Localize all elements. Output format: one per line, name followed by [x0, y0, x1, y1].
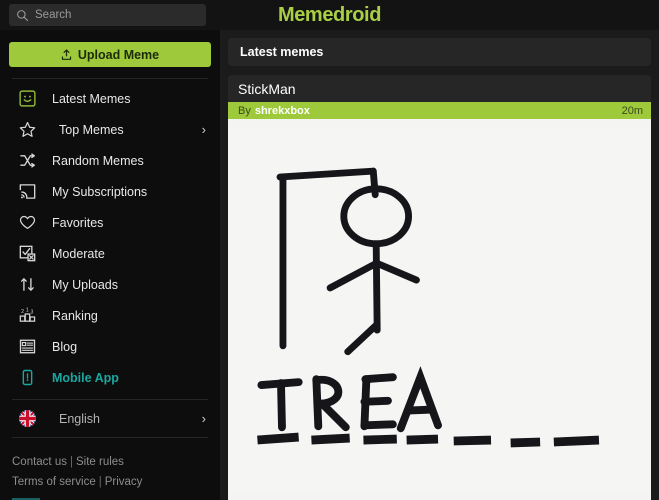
footer-row-1: Contact us | Site rules [12, 452, 208, 472]
meme-author-link[interactable]: shrekxbox [255, 105, 310, 117]
upload-meme-button[interactable]: Upload Meme [9, 42, 211, 68]
by-word: By [238, 104, 251, 117]
meme-card: StickMan By shrekxbox 20m [228, 75, 651, 500]
upload-meme-label: Upload Meme [77, 47, 160, 62]
sidebar-item-top-memes[interactable]: Top Memes › [0, 114, 220, 145]
svg-text:1: 1 [25, 308, 28, 314]
sidebar: Upload Meme Latest Memes Top Memes › Ran… [0, 30, 220, 500]
sidebar-item-moderate[interactable]: Moderate [0, 238, 220, 269]
sidebar-nav: Latest Memes Top Memes › Random Memes My… [0, 83, 220, 393]
sidebar-item-favorites[interactable]: Favorites [0, 207, 220, 238]
sidebar-item-random-memes[interactable]: Random Memes [0, 145, 220, 176]
sidebar-item-blog[interactable]: Blog [0, 331, 220, 362]
body: Upload Meme Latest Memes Top Memes › Ran… [0, 30, 659, 500]
sidebar-item-latest-memes[interactable]: Latest Memes [0, 83, 220, 114]
meme-byline: By shrekxbox 20m [228, 102, 651, 119]
sidebar-item-ranking[interactable]: 2 1 3 Ranking [0, 300, 220, 331]
sidebar-item-label: My Subscriptions [52, 184, 148, 199]
smiley-square-icon [16, 90, 38, 107]
podium-icon: 2 1 3 [16, 307, 38, 324]
svg-text:3: 3 [30, 310, 33, 316]
search-box[interactable] [9, 4, 206, 26]
upload-icon [61, 49, 72, 61]
sidebar-item-my-uploads[interactable]: My Uploads [0, 269, 220, 300]
footer-link-contact-us[interactable]: Contact us [12, 456, 67, 468]
top-bar: Memedroid [0, 0, 659, 30]
sidebar-item-label: Moderate [52, 246, 105, 261]
divider-footer [12, 437, 208, 439]
page-title: Latest memes [240, 45, 324, 59]
latest-memes-panel-header: Latest memes [228, 38, 651, 66]
meme-title[interactable]: StickMan [228, 75, 651, 102]
sidebar-item-label: Ranking [52, 308, 98, 323]
sidebar-item-my-subscriptions[interactable]: My Subscriptions [0, 176, 220, 207]
footer-row-2: Terms of service | Privacy [12, 472, 208, 492]
meme-image[interactable] [228, 119, 651, 500]
moderate-icon [16, 245, 38, 262]
meme-timestamp: 20m [621, 104, 643, 117]
sidebar-item-label: Mobile App [52, 370, 119, 385]
mobile-phone-icon [16, 369, 38, 386]
sidebar-item-label: Favorites [52, 215, 104, 230]
divider-language [12, 399, 208, 401]
main-content: Latest memes StickMan By shrekxbox 20m [220, 30, 659, 500]
sidebar-item-label: Top Memes [59, 122, 124, 137]
sidebar-item-label: Latest Memes [52, 91, 131, 106]
search-icon [9, 4, 35, 26]
sidebar-footer: Contact us | Site rules Terms of service | P… [0, 452, 220, 492]
brand-logo[interactable]: Memedroid [278, 4, 381, 27]
footer-link-privacy[interactable]: Privacy [105, 476, 143, 488]
subscription-icon [16, 183, 38, 200]
svg-text:2: 2 [21, 309, 24, 315]
footer-link-site-rules[interactable]: Site rules [76, 456, 124, 468]
divider-top [12, 78, 208, 80]
footer-separator: | [69, 456, 73, 469]
sidebar-item-label: My Uploads [52, 277, 118, 292]
uk-flag-icon [16, 410, 38, 428]
star-icon [16, 121, 38, 138]
memedroid-app: Memedroid Upload Meme [0, 0, 659, 500]
sidebar-item-mobile-app[interactable]: Mobile App [0, 362, 220, 393]
blog-list-icon [16, 338, 38, 355]
footer-link-terms-of-service[interactable]: Terms of service [12, 476, 96, 488]
language-label: English [59, 411, 100, 426]
footer-separator: | [98, 476, 102, 489]
shuffle-icon [16, 152, 38, 169]
chevron-right-icon[interactable]: › [202, 123, 206, 136]
chevron-right-icon[interactable]: › [202, 412, 206, 425]
language-selector[interactable]: English › [0, 405, 220, 432]
heart-icon [16, 214, 38, 231]
up-down-arrows-icon [16, 276, 38, 293]
sidebar-item-label: Random Memes [52, 153, 144, 168]
sidebar-item-label: Blog [52, 339, 78, 354]
search-input[interactable] [35, 5, 206, 25]
